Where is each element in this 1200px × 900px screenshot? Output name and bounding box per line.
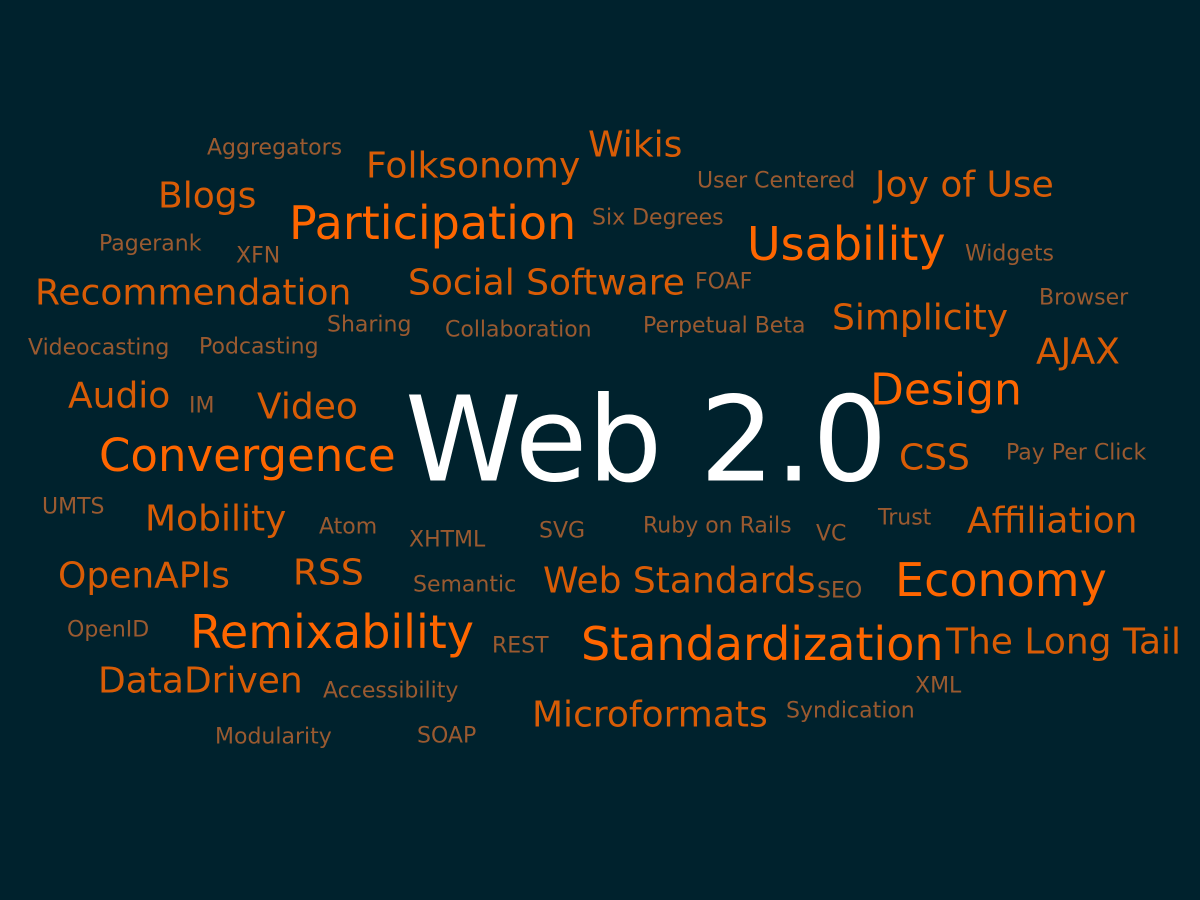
- word-umts: UMTS: [42, 494, 105, 520]
- word-pagerank: Pagerank: [99, 231, 202, 257]
- word-wikis: Wikis: [588, 124, 683, 166]
- word-rest: REST: [492, 633, 549, 659]
- word-syndication: Syndication: [786, 698, 915, 724]
- word-pay-per-click: Pay Per Click: [1006, 440, 1147, 466]
- word-foaf: FOAF: [695, 269, 753, 295]
- word-convergence: Convergence: [99, 428, 396, 482]
- word-video: Video: [257, 386, 358, 428]
- word-modularity: Modularity: [215, 724, 332, 750]
- word-podcasting: Podcasting: [199, 334, 319, 360]
- word-css: CSS: [899, 437, 970, 479]
- word-remixability: Remixability: [190, 605, 474, 660]
- word-xml: XML: [915, 673, 962, 699]
- word-ajax: AJAX: [1036, 331, 1120, 373]
- word-sharing: Sharing: [327, 312, 412, 338]
- word-perpetual-beta: Perpetual Beta: [643, 313, 806, 339]
- word-ruby-on-rails: Ruby on Rails: [643, 513, 792, 539]
- word-openid: OpenID: [67, 617, 150, 643]
- word-atom: Atom: [319, 514, 378, 540]
- word-cloud: Web 2.0 Participation Usability Standard…: [0, 0, 1200, 900]
- word-standardization: Standardization: [581, 617, 944, 672]
- word-svg: SVG: [539, 518, 586, 544]
- word-accessibility: Accessibility: [323, 678, 459, 704]
- word-soap: SOAP: [417, 723, 477, 749]
- word-web-standards: Web Standards: [543, 560, 816, 602]
- word-seo: SEO: [817, 578, 863, 604]
- word-semantic: Semantic: [413, 572, 517, 598]
- word-collaboration: Collaboration: [445, 317, 592, 343]
- word-simplicity: Simplicity: [832, 297, 1008, 339]
- word-recommendation: Recommendation: [35, 272, 352, 314]
- word-trust: Trust: [878, 505, 932, 531]
- word-widgets: Widgets: [965, 241, 1054, 267]
- word-affiliation: Affiliation: [967, 500, 1138, 542]
- word-joy-of-use: Joy of Use: [875, 164, 1054, 206]
- word-blogs: Blogs: [158, 175, 257, 217]
- word-six-degrees: Six Degrees: [592, 205, 724, 231]
- word-web-2-0: Web 2.0: [405, 370, 888, 509]
- word-microformats: Microformats: [532, 694, 768, 736]
- word-economy: Economy: [895, 553, 1107, 608]
- word-xfn: XFN: [236, 243, 281, 269]
- word-social-software: Social Software: [408, 262, 685, 304]
- word-participation: Participation: [289, 196, 577, 251]
- word-user-centered: User Centered: [697, 168, 856, 194]
- word-datadriven: DataDriven: [98, 660, 303, 702]
- word-vc: VC: [816, 521, 847, 547]
- word-videocasting: Videocasting: [28, 335, 170, 361]
- word-folksonomy: Folksonomy: [366, 145, 581, 187]
- word-design: Design: [870, 364, 1022, 416]
- word-aggregators: Aggregators: [207, 135, 343, 161]
- word-im: IM: [189, 393, 215, 419]
- word-usability: Usability: [747, 217, 946, 272]
- word-rss: RSS: [293, 552, 364, 594]
- word-the-long-tail: The Long Tail: [946, 621, 1182, 663]
- word-browser: Browser: [1039, 285, 1129, 311]
- word-audio: Audio: [68, 375, 171, 417]
- word-openapis: OpenAPIs: [58, 555, 230, 597]
- word-mobility: Mobility: [145, 498, 287, 540]
- word-xhtml: XHTML: [409, 527, 486, 553]
